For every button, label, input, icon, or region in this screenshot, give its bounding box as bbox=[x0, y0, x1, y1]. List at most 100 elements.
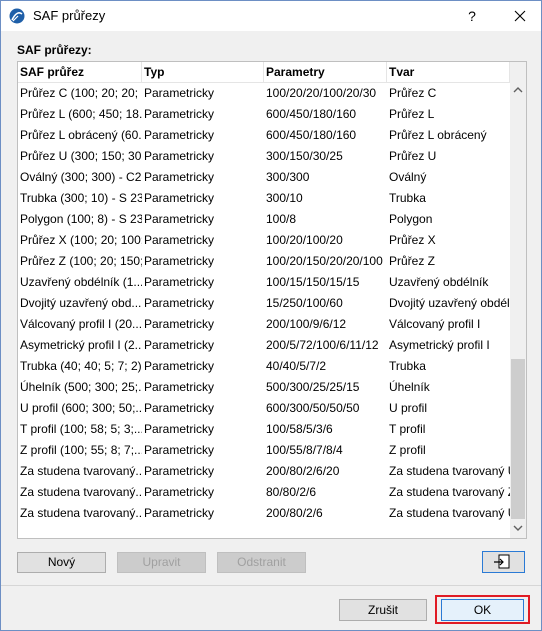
saf-section-cell: Průřez Z (100; 20; 150;... bbox=[20, 254, 142, 268]
scroll-down-arrow-icon[interactable] bbox=[510, 520, 526, 536]
table-row[interactable]: T profil (100; 58; 5; 3;... Parametricky 1… bbox=[18, 419, 510, 440]
delete-button[interactable]: Odstranit bbox=[217, 552, 306, 573]
close-button[interactable] bbox=[501, 1, 539, 31]
saf-section-cell: Průřez C (100; 20; 20; ... bbox=[20, 86, 142, 100]
parameters-cell: 600/300/50/50/50 bbox=[266, 401, 360, 415]
ok-button[interactable]: OK bbox=[441, 599, 524, 621]
parameters-cell: 100/8 bbox=[266, 212, 297, 226]
column-header-shape[interactable]: Tvar bbox=[387, 62, 510, 82]
table-row[interactable]: Válcovaný profil I (20... Parametricky 200… bbox=[18, 314, 510, 335]
type-cell: Parametricky bbox=[144, 401, 215, 415]
saf-section-cell: Polygon (100; 8) - S 235 bbox=[20, 212, 142, 226]
saf-section-cell: Za studena tvarovaný... bbox=[20, 506, 142, 520]
shape-cell: Dvojitý uzavřený obdél bbox=[389, 296, 510, 310]
table-row[interactable]: Dvojitý uzavřený obd... Parametricky 15/25… bbox=[18, 293, 510, 314]
shape-cell: Průřez X bbox=[389, 233, 436, 247]
parameters-cell: 80/80/2/6 bbox=[266, 485, 317, 499]
saf-section-cell: Oválný (300; 300) - C2... bbox=[20, 170, 142, 184]
type-cell: Parametricky bbox=[144, 107, 215, 121]
column-header-type[interactable]: Typ bbox=[142, 62, 264, 82]
type-cell: Parametricky bbox=[144, 275, 215, 289]
column-header-saf-section[interactable]: SAF průřez bbox=[18, 62, 142, 82]
parameters-cell: 600/450/180/160 bbox=[266, 128, 357, 142]
parameters-cell: 200/80/2/6 bbox=[266, 506, 323, 520]
shape-cell: Průřez C bbox=[389, 86, 437, 100]
table-row[interactable]: Trubka (40; 40; 5; 7; 2)... Parametricky 4… bbox=[18, 356, 510, 377]
shape-cell: Průřez L obrácený bbox=[389, 128, 487, 142]
export-button[interactable] bbox=[482, 551, 525, 573]
type-cell: Parametricky bbox=[144, 233, 215, 247]
table-row[interactable]: Za studena tvarovaný... Parametricky 80/80… bbox=[18, 482, 510, 503]
table-row[interactable]: Průřez L obrácený (60... Parametricky 600/… bbox=[18, 125, 510, 146]
table-row[interactable]: Průřez U (300; 150; 30... Parametricky 300… bbox=[18, 146, 510, 167]
table-row[interactable]: Průřez X (100; 20; 100;... Parametricky 10… bbox=[18, 230, 510, 251]
saf-section-cell: Dvojitý uzavřený obd... bbox=[20, 296, 142, 310]
new-button[interactable]: Nový bbox=[17, 552, 106, 573]
saf-section-cell: Úhelník (500; 300; 25;... bbox=[20, 380, 142, 394]
scrollbar-thumb[interactable] bbox=[511, 359, 525, 519]
table-row[interactable]: U profil (600; 300; 50;... Parametricky 60… bbox=[18, 398, 510, 419]
type-cell: Parametricky bbox=[144, 485, 215, 499]
type-cell: Parametricky bbox=[144, 191, 215, 205]
saf-section-cell: Za studena tvarovaný... bbox=[20, 464, 142, 478]
vertical-scrollbar[interactable] bbox=[510, 62, 526, 538]
help-button[interactable]: ? bbox=[456, 1, 488, 31]
shape-cell: Uzavřený obdélník bbox=[389, 275, 489, 289]
saf-sections-dialog: SAF průřezy ? SAF průřezy: SAF průřez Ty… bbox=[0, 0, 542, 631]
saf-section-cell: U profil (600; 300; 50;... bbox=[20, 401, 142, 415]
shape-cell: Trubka bbox=[389, 191, 426, 205]
shape-cell: Úhelník bbox=[389, 380, 430, 394]
parameters-cell: 100/20/150/20/20/100 bbox=[266, 254, 383, 268]
saf-sections-table[interactable]: SAF průřez Typ Parametry Tvar Průřez C (… bbox=[17, 61, 527, 539]
group-label: SAF průřezy: bbox=[17, 43, 92, 57]
window-title: SAF průřezy bbox=[33, 8, 106, 23]
close-icon bbox=[514, 10, 526, 22]
edit-button[interactable]: Upravit bbox=[117, 552, 206, 573]
saf-section-cell: Trubka (40; 40; 5; 7; 2)... bbox=[20, 359, 142, 373]
shape-cell: Za studena tvarovaný U bbox=[389, 464, 510, 478]
shape-cell: Oválný bbox=[389, 170, 427, 184]
footer-divider bbox=[1, 585, 541, 586]
type-cell: Parametricky bbox=[144, 86, 215, 100]
table-row[interactable]: Za studena tvarovaný... Parametricky 200/8… bbox=[18, 461, 510, 482]
table-row[interactable]: Oválný (300; 300) - C2... Parametricky 300… bbox=[18, 167, 510, 188]
table-row[interactable]: Průřez L (600; 450; 18... Parametricky 600… bbox=[18, 104, 510, 125]
saf-section-cell: Průřez X (100; 20; 100;... bbox=[20, 233, 142, 247]
table-row[interactable]: Z profil (100; 55; 8; 7;... Parametricky 1… bbox=[18, 440, 510, 461]
saf-section-cell: Trubka (300; 10) - S 235 bbox=[20, 191, 142, 205]
parameters-cell: 200/80/2/6/20 bbox=[266, 464, 340, 478]
parameters-cell: 100/15/150/15/15 bbox=[266, 275, 360, 289]
type-cell: Parametricky bbox=[144, 212, 215, 226]
table-header: SAF průřez Typ Parametry Tvar bbox=[18, 62, 510, 83]
table-row[interactable]: Za studena tvarovaný... Parametricky 200/8… bbox=[18, 503, 510, 524]
saf-section-cell: Průřez L (600; 450; 18... bbox=[20, 107, 142, 121]
table-row[interactable]: Asymetrický profil I (2... Parametricky 20… bbox=[18, 335, 510, 356]
parameters-cell: 300/300 bbox=[266, 170, 310, 184]
help-label: ? bbox=[468, 8, 476, 24]
type-cell: Parametricky bbox=[144, 338, 215, 352]
cancel-button[interactable]: Zrušit bbox=[339, 599, 427, 621]
type-cell: Parametricky bbox=[144, 296, 215, 310]
table-row[interactable]: Úhelník (500; 300; 25;... Parametricky 500… bbox=[18, 377, 510, 398]
shape-cell: Asymetrický profil I bbox=[389, 338, 490, 352]
type-cell: Parametricky bbox=[144, 128, 215, 142]
type-cell: Parametricky bbox=[144, 422, 215, 436]
type-cell: Parametricky bbox=[144, 254, 215, 268]
shape-cell: Trubka bbox=[389, 359, 426, 373]
parameters-cell: 300/10 bbox=[266, 191, 303, 205]
scroll-up-arrow-icon[interactable] bbox=[510, 82, 526, 98]
saf-section-cell: Válcovaný profil I (20... bbox=[20, 317, 142, 331]
type-cell: Parametricky bbox=[144, 506, 215, 520]
table-row[interactable]: Trubka (300; 10) - S 235 Parametricky 300/… bbox=[18, 188, 510, 209]
table-row[interactable]: Uzavřený obdélník (1... Parametricky 100/1… bbox=[18, 272, 510, 293]
table-row[interactable]: Průřez C (100; 20; 20; ... Parametricky 10… bbox=[18, 83, 510, 104]
saf-section-cell: Asymetrický profil I (2... bbox=[20, 338, 142, 352]
export-icon bbox=[494, 554, 510, 569]
shape-cell: Za studena tvarovaný U bbox=[389, 506, 510, 520]
column-header-parameters[interactable]: Parametry bbox=[264, 62, 387, 82]
table-row[interactable]: Průřez Z (100; 20; 150;... Parametricky 10… bbox=[18, 251, 510, 272]
parameters-cell: 500/300/25/25/15 bbox=[266, 380, 360, 394]
shape-cell: Za studena tvarovaný Z bbox=[389, 485, 510, 499]
table-row[interactable]: Polygon (100; 8) - S 235 Parametricky 100/… bbox=[18, 209, 510, 230]
title-bar: SAF průřezy ? bbox=[1, 1, 541, 31]
